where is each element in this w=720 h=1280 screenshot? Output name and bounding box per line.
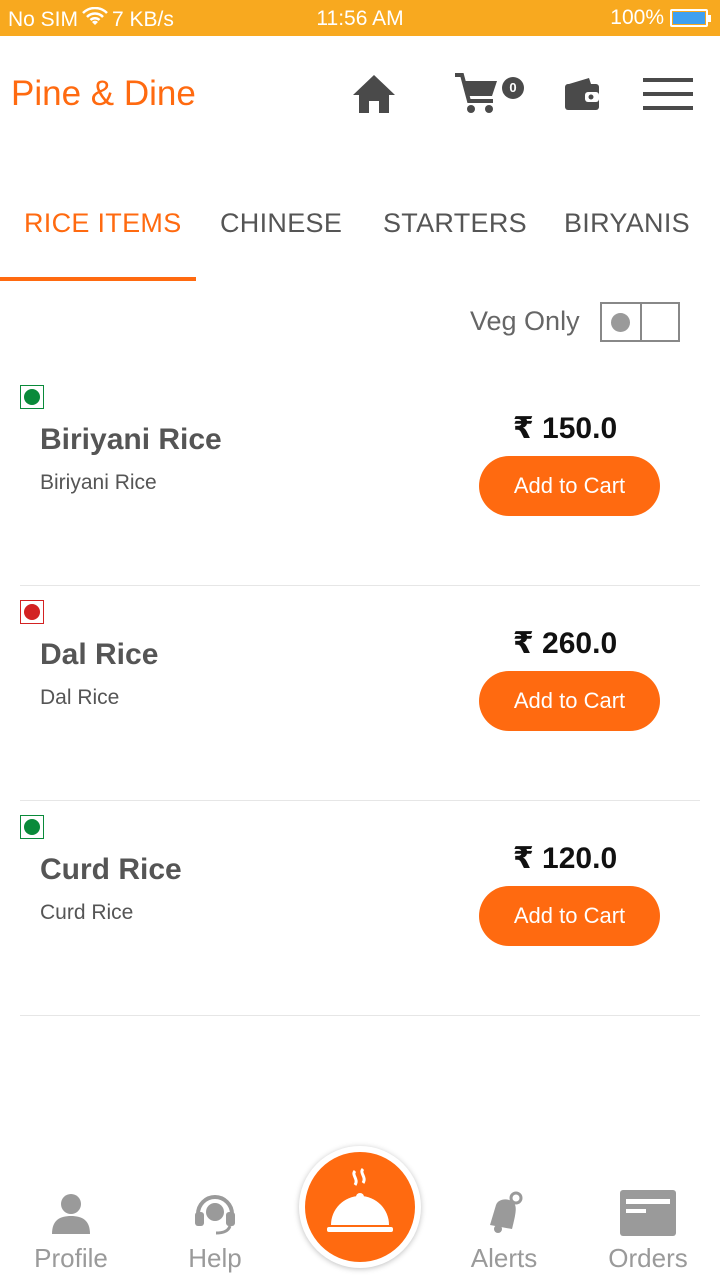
item-description: Dal Rice [40, 686, 120, 709]
veg-indicator-icon [20, 385, 44, 409]
add-to-cart-button[interactable]: Add to Cart [479, 671, 660, 731]
veg-indicator-icon [20, 815, 44, 839]
toggle-track [602, 304, 642, 340]
cart-count-badge: 0 [502, 77, 524, 99]
nonveg-indicator-icon [20, 600, 44, 624]
bell-icon [434, 1188, 574, 1238]
tab-starters[interactable]: STARTERS [383, 208, 527, 239]
menu-icon[interactable] [642, 66, 694, 122]
battery-icon [670, 9, 711, 27]
nav-help[interactable]: Help [145, 1170, 285, 1280]
menu-item: Curd Rice Curd Rice ₹ 120.0 Add to Cart [0, 801, 720, 1016]
person-icon [1, 1188, 141, 1238]
nav-label: Help [188, 1243, 242, 1273]
nav-label: Orders [608, 1243, 688, 1273]
active-tab-indicator [0, 277, 196, 281]
nav-orders[interactable]: Orders [578, 1170, 718, 1280]
item-description: Biriyani Rice [40, 471, 157, 494]
wallet-icon[interactable] [562, 66, 602, 122]
battery-percent: 100% [610, 6, 664, 29]
tab-chinese[interactable]: CHINESE [220, 208, 342, 239]
category-tabs: RICE ITEMS CHINESE STARTERS BIRYANIS [0, 190, 720, 282]
brand-title: Pine & Dine [11, 74, 196, 113]
divider [20, 1015, 700, 1016]
add-to-cart-button[interactable]: Add to Cart [479, 886, 660, 946]
item-description: Curd Rice [40, 901, 134, 924]
status-right: 100% [610, 6, 711, 30]
nav-label: Profile [34, 1243, 108, 1273]
food-cloche-icon [305, 1152, 415, 1262]
nav-label: Alerts [470, 1243, 538, 1273]
toggle-knob [611, 313, 630, 332]
orders-icon [578, 1188, 718, 1238]
item-name: Curd Rice [40, 853, 182, 886]
headset-icon [145, 1188, 285, 1238]
item-price: ₹ 120.0 [512, 842, 618, 875]
item-name: Biriyani Rice [40, 423, 222, 456]
status-bar: No SIM 7 KB/s 11:56 AM 100% [0, 0, 720, 36]
menu-item: Dal Rice Dal Rice ₹ 260.0 Add to Cart [0, 586, 720, 801]
cart-icon[interactable] [452, 66, 502, 122]
add-to-cart-button[interactable]: Add to Cart [479, 456, 660, 516]
item-price: ₹ 150.0 [512, 412, 618, 445]
nav-alerts[interactable]: Alerts [434, 1170, 574, 1280]
tab-rice-items[interactable]: RICE ITEMS [24, 208, 182, 239]
home-icon[interactable] [350, 66, 398, 122]
menu-item: Biriyani Rice Biriyani Rice ₹ 150.0 Add … [0, 371, 720, 586]
item-name: Dal Rice [40, 638, 159, 671]
nav-profile[interactable]: Profile [1, 1170, 141, 1280]
app-bar: Pine & Dine 0 [0, 36, 720, 148]
menu-fab-button[interactable] [299, 1146, 421, 1268]
tab-biryanis[interactable]: BIRYANIS [564, 208, 690, 239]
veg-only-toggle[interactable] [600, 302, 680, 342]
veg-only-label: Veg Only [470, 306, 580, 336]
item-price: ₹ 260.0 [512, 627, 618, 660]
